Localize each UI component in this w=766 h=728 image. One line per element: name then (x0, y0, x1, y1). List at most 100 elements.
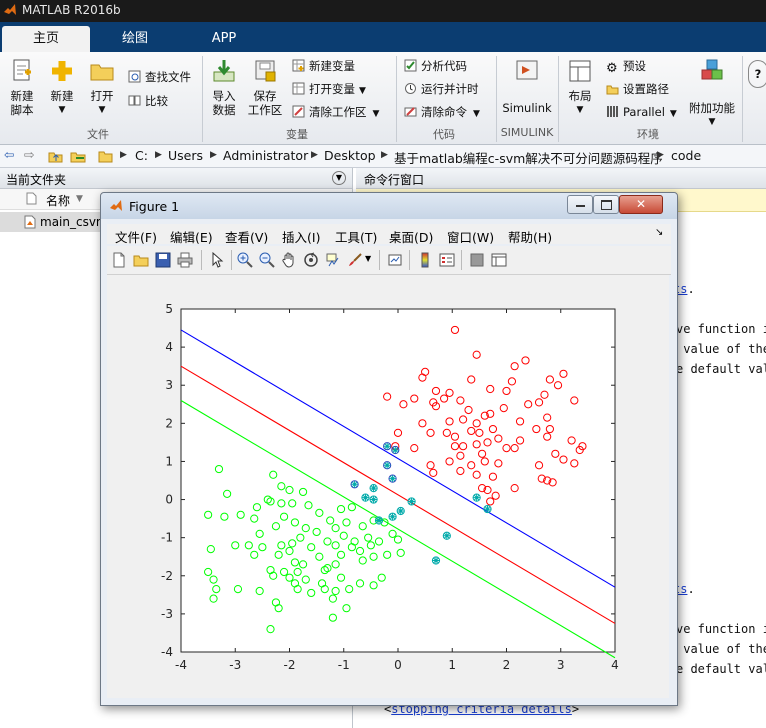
panel-options-icon[interactable]: ▼ (332, 171, 346, 185)
clear-workspace-dropdown-icon: ▼ (372, 109, 380, 119)
ribbon-toolbar: 新建 脚本 新建 ▼ 打开 ▼ 查找文件 比较 文件 导入 数据 保存 工作区 … (0, 52, 766, 145)
menu-desktop[interactable]: 桌面(D) (389, 227, 433, 246)
support-vector-point (383, 442, 392, 451)
brush-icon[interactable] (347, 252, 363, 268)
save-icon[interactable] (155, 252, 171, 268)
simulink-label: Simulink (502, 101, 552, 115)
pointer-icon[interactable] (209, 252, 225, 268)
figure-title-bar[interactable]: Figure 1 ✕ (101, 193, 677, 219)
command-output-text: . (687, 282, 695, 296)
toolbar-separator (379, 250, 380, 270)
group-variable-label: 变量 (286, 128, 308, 141)
open-variable-icon (292, 82, 305, 95)
set-path-button[interactable]: 设置路径 (606, 80, 669, 98)
command-output-line: value of the (676, 642, 766, 656)
m-file-icon (24, 215, 36, 229)
menu-file[interactable]: 文件(F) (115, 227, 157, 246)
run-and-time-label: 运行并计时 (421, 82, 479, 96)
clear-commands-button[interactable]: 清除命令 ▼ (404, 103, 480, 121)
new-script-button[interactable]: 新建 脚本 (4, 58, 40, 117)
crumb-code[interactable]: code (671, 148, 701, 163)
zoom-in-icon[interactable] (237, 252, 253, 268)
support-vector-point (391, 445, 400, 455)
tab-apps[interactable]: APP (180, 26, 268, 52)
data-cursor-icon[interactable] (325, 252, 341, 268)
parallel-button[interactable]: Parallel ▼ (606, 103, 677, 121)
toolbar-separator (461, 250, 462, 270)
support-vector-point (374, 516, 384, 525)
column-name-header[interactable]: 名称 (46, 192, 70, 209)
forward-arrow-icon[interactable]: ⇨ (24, 147, 34, 162)
legend-icon[interactable] (439, 252, 455, 268)
show-plot-tools-icon[interactable] (491, 252, 507, 268)
layout-button[interactable]: 布局 ▼ (564, 58, 596, 117)
rotate-3d-icon[interactable] (303, 252, 319, 268)
addons-button[interactable]: 附加功能 ▼ (686, 58, 738, 129)
menu-help[interactable]: 帮助(H) (508, 227, 552, 246)
new-button[interactable]: 新建 ▼ (44, 58, 80, 117)
link-plot-icon[interactable] (387, 252, 403, 268)
back-arrow-icon[interactable]: ⇦ (4, 147, 14, 162)
open-button[interactable]: 打开 ▼ (84, 58, 120, 117)
support-vector-point (442, 531, 451, 540)
x-tick-label: -4 (175, 658, 187, 672)
hide-plot-tools-icon[interactable] (469, 252, 485, 268)
ribbon-tab-strip: 主页 绘图 APP (0, 22, 766, 52)
tab-home[interactable]: 主页 (2, 26, 90, 52)
x-tick-label: -2 (284, 658, 296, 672)
menu-view[interactable]: 查看(V) (225, 227, 268, 246)
maximize-button[interactable] (593, 195, 619, 214)
analyze-code-button[interactable]: 分析代码 (404, 57, 467, 75)
set-path-icon (606, 85, 619, 95)
crumb-administrator[interactable]: Administrator (223, 148, 308, 163)
group-environment-label: 环境 (637, 128, 659, 141)
simulink-button[interactable]: Simulink (500, 58, 554, 115)
save-workspace-button[interactable]: 保存 工作区 (246, 58, 284, 117)
open-dropdown-icon: ▼ (98, 105, 106, 115)
clear-commands-label: 清除命令 (421, 105, 467, 119)
current-folder-header: 当前文件夹 ▼ (0, 168, 352, 189)
up-folder-icon[interactable] (48, 149, 63, 163)
new-variable-button[interactable]: 新建变量 (292, 57, 355, 75)
import-data-button[interactable]: 导入 数据 (206, 58, 242, 117)
close-button[interactable]: ✕ (619, 195, 663, 214)
crumb-drive[interactable]: C: (135, 148, 148, 163)
colorbar-icon[interactable] (417, 252, 433, 268)
new-variable-icon (292, 59, 305, 72)
tab-plots[interactable]: 绘图 (92, 26, 178, 52)
open-label: 打开 (90, 89, 114, 103)
scatter-plot[interactable]: -4 -3 -2 -1 0 1 2 3 4 -4 -3 -2 -1 0 1 2 3 4 5 (107, 275, 669, 698)
pan-hand-icon[interactable] (281, 252, 297, 268)
help-icon[interactable]: ? (748, 60, 766, 88)
open-variable-button[interactable]: 打开变量 ▼ (292, 80, 366, 98)
open-file-icon[interactable] (133, 252, 149, 268)
command-output-line: value of the (676, 342, 766, 356)
figure-toolbar: ▼ (107, 246, 671, 275)
compare-button[interactable]: 比较 (128, 92, 168, 110)
menu-tools[interactable]: 工具(T) (335, 227, 377, 246)
new-figure-icon[interactable] (111, 252, 127, 268)
folder-icon (98, 151, 113, 163)
menu-insert[interactable]: 插入(I) (282, 227, 320, 246)
preferences-button[interactable]: ⚙ 预设 (606, 57, 646, 75)
browse-folder-icon[interactable] (70, 149, 86, 163)
clear-workspace-button[interactable]: 清除工作区 ▼ (292, 103, 379, 121)
run-and-time-button[interactable]: 运行并计时 (404, 80, 479, 98)
command-output-line: ve function i (676, 622, 766, 636)
open-variable-label: 打开变量 (309, 82, 355, 96)
crumb-separator-icon: ▶ (381, 150, 388, 160)
brush-dropdown-icon[interactable]: ▼ (365, 254, 371, 263)
find-files-button[interactable]: 查找文件 (128, 68, 191, 86)
crumb-users[interactable]: Users (168, 148, 203, 163)
crumb-separator-icon: ▶ (155, 150, 162, 160)
undock-arrow-icon[interactable]: ↘ (655, 227, 663, 238)
minimize-button[interactable] (567, 195, 593, 214)
menu-window[interactable]: 窗口(W) (447, 227, 494, 246)
new-variable-label: 新建变量 (309, 59, 355, 73)
zoom-out-icon[interactable] (259, 252, 275, 268)
print-icon[interactable] (177, 252, 193, 268)
menu-edit[interactable]: 编辑(E) (170, 227, 213, 246)
crumb-desktop[interactable]: Desktop (324, 148, 376, 163)
crumb-separator-icon: ▶ (311, 150, 318, 160)
crumb-project-folder[interactable]: 基于matlab编程c-svm解决不可分问题源码程序 (394, 148, 663, 167)
